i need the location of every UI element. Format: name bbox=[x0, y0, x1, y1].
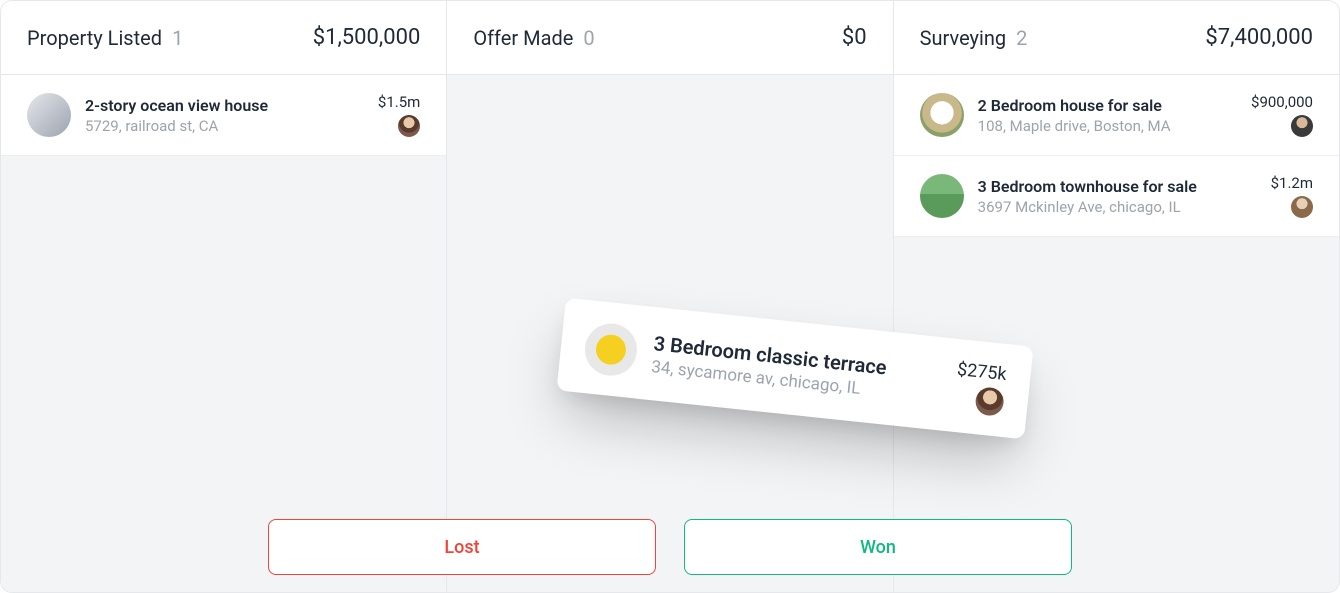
owner-avatar bbox=[1291, 115, 1313, 137]
lost-button[interactable]: Lost bbox=[268, 519, 656, 575]
column-count: 1 bbox=[172, 26, 183, 50]
column-header: Surveying 2 $7,400,000 bbox=[894, 1, 1339, 75]
drop-actions: Lost Won bbox=[268, 519, 1072, 575]
column-title: Surveying bbox=[920, 26, 1007, 50]
property-title: 2-story ocean view house bbox=[85, 96, 364, 115]
property-address: 3697 Mckinley Ave, chicago, IL bbox=[978, 198, 1257, 216]
property-price: $1.2m bbox=[1271, 174, 1313, 192]
property-card[interactable]: 2 Bedroom house for sale 108, Maple driv… bbox=[894, 75, 1339, 156]
column-cards: 2 Bedroom house for sale 108, Maple driv… bbox=[894, 75, 1339, 592]
property-price: $1.5m bbox=[378, 93, 420, 111]
property-card[interactable]: 2-story ocean view house 5729, railroad … bbox=[1, 75, 446, 156]
property-price: $275k bbox=[956, 359, 1008, 385]
property-thumb bbox=[920, 93, 964, 137]
owner-avatar bbox=[974, 386, 1005, 417]
property-price: $900,000 bbox=[1251, 93, 1313, 111]
column-total: $1,500,000 bbox=[313, 25, 421, 50]
kanban-board: Property Listed 1 $1,500,000 2-story oce… bbox=[0, 0, 1340, 593]
property-title: 3 Bedroom townhouse for sale bbox=[978, 177, 1257, 196]
property-address: 5729, railroad st, CA bbox=[85, 117, 364, 135]
column-property-listed[interactable]: Property Listed 1 $1,500,000 2-story oce… bbox=[1, 1, 447, 592]
column-count: 2 bbox=[1016, 26, 1027, 50]
column-total: $0 bbox=[842, 25, 867, 50]
column-count: 0 bbox=[583, 26, 594, 50]
column-title: Offer Made bbox=[473, 26, 573, 50]
property-thumb bbox=[582, 321, 639, 378]
column-total: $7,400,000 bbox=[1205, 25, 1313, 50]
column-surveying[interactable]: Surveying 2 $7,400,000 2 Bedroom house f… bbox=[894, 1, 1339, 592]
won-button[interactable]: Won bbox=[684, 519, 1072, 575]
column-title: Property Listed bbox=[27, 26, 162, 50]
column-header: Offer Made 0 $0 bbox=[447, 1, 892, 75]
property-thumb bbox=[27, 93, 71, 137]
property-title: 2 Bedroom house for sale bbox=[978, 96, 1237, 115]
property-address: 108, Maple drive, Boston, MA bbox=[978, 117, 1237, 135]
column-offer-made[interactable]: Offer Made 0 $0 bbox=[447, 1, 893, 592]
column-header: Property Listed 1 $1,500,000 bbox=[1, 1, 446, 75]
column-cards: 2-story ocean view house 5729, railroad … bbox=[1, 75, 446, 592]
property-card[interactable]: 3 Bedroom townhouse for sale 3697 Mckinl… bbox=[894, 156, 1339, 237]
owner-avatar bbox=[398, 115, 420, 137]
property-thumb bbox=[920, 174, 964, 218]
owner-avatar bbox=[1291, 196, 1313, 218]
